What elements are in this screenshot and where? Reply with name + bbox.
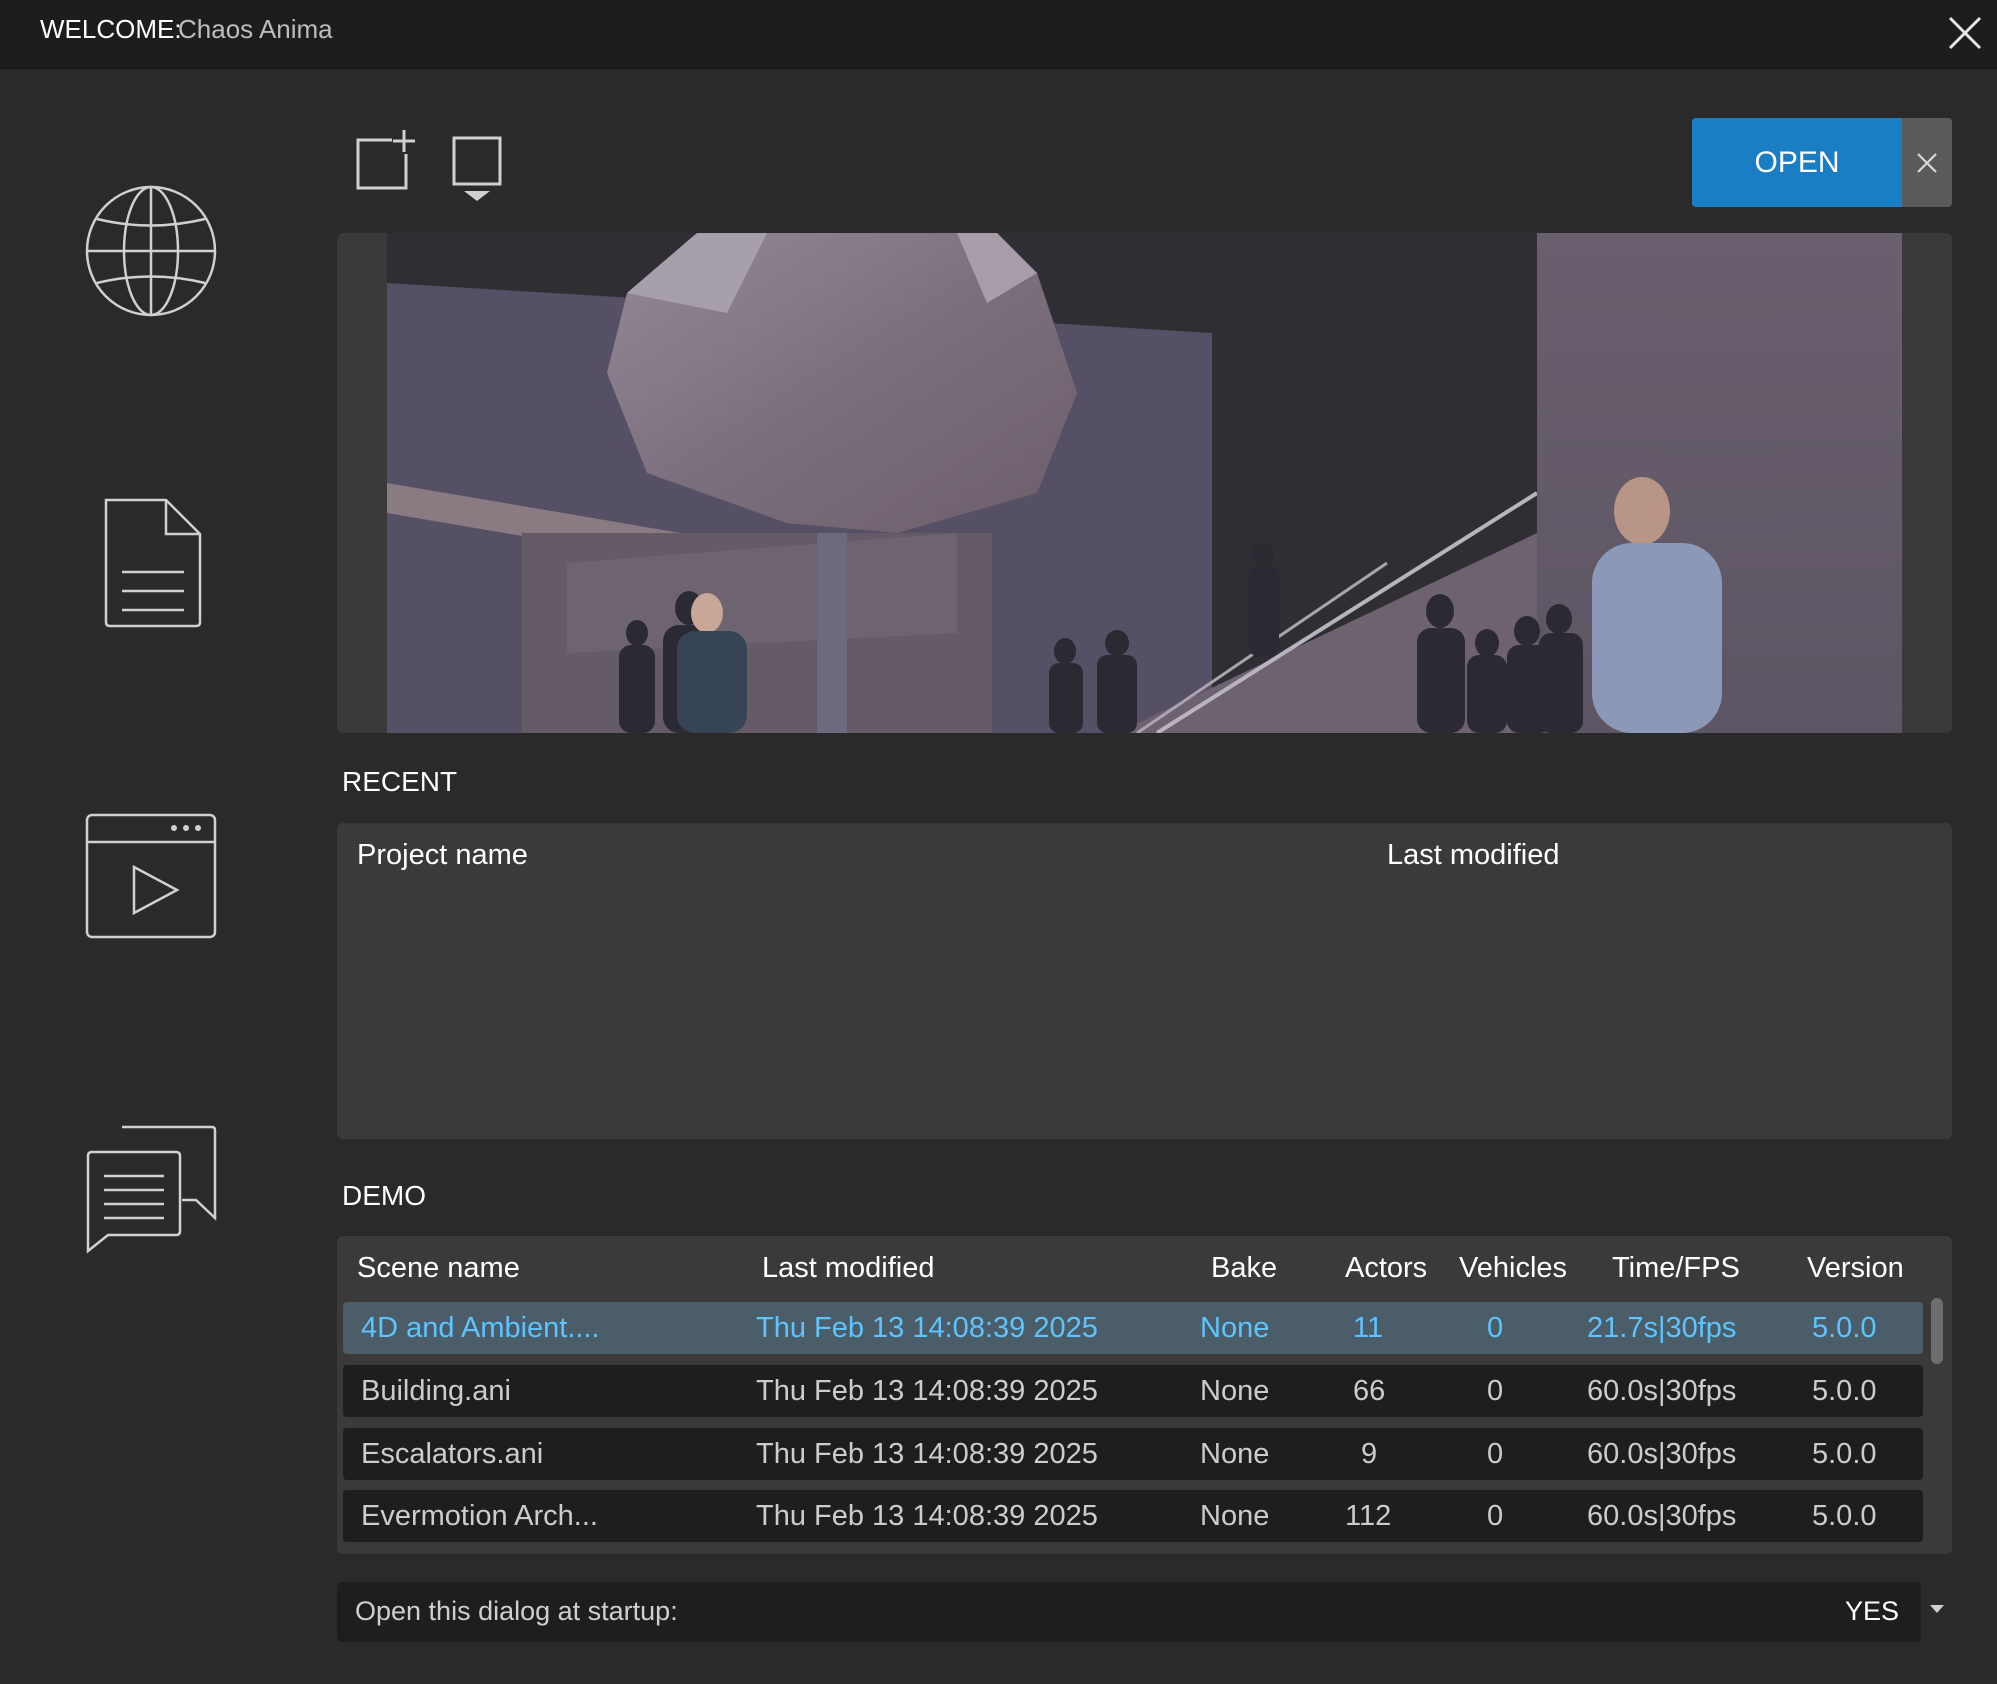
table-row[interactable]: 4D and Ambient.... Thu Feb 13 14:08:39 2… (343, 1302, 1923, 1354)
chat-icon (86, 1125, 217, 1254)
open-monitor-icon (452, 136, 502, 201)
cell-scene-name: Escalators.ani (361, 1438, 544, 1470)
cell-scene-name: 4D and Ambient.... (361, 1312, 600, 1344)
column-header-last-modified[interactable]: Last modified (762, 1252, 935, 1285)
recent-projects-table: Project name Last modified (337, 823, 1952, 1139)
startup-option-bar: Open this dialog at startup: YES (337, 1582, 1921, 1642)
cell-bake: None (1200, 1312, 1270, 1344)
cell-vehicles: 0 (1487, 1500, 1504, 1532)
column-header-vehicles[interactable]: Vehicles (1459, 1252, 1567, 1285)
cell-actors: 9 (1361, 1438, 1378, 1470)
title-label: WELCOME: (40, 14, 182, 44)
startup-dropdown-button[interactable] (1928, 1602, 1946, 1616)
column-header-actors[interactable]: Actors (1345, 1252, 1427, 1285)
column-header-time-fps[interactable]: Time/FPS (1612, 1252, 1740, 1285)
cell-version: 5.0.0 (1812, 1312, 1877, 1344)
scene-preview-image (337, 233, 1952, 733)
cell-scene-name: Building.ani (361, 1375, 511, 1407)
column-header-last-modified[interactable]: Last modified (1387, 839, 1560, 872)
open-button[interactable]: OPEN (1692, 118, 1902, 207)
app-name: Chaos Anima (178, 14, 333, 44)
open-dismiss-button[interactable] (1902, 118, 1952, 207)
globe-icon (85, 185, 217, 317)
cell-actors: 66 (1353, 1375, 1386, 1407)
demo-scrollbar[interactable] (1931, 1298, 1943, 1544)
demo-scrollbar-thumb[interactable] (1931, 1298, 1943, 1364)
table-row[interactable]: Evermotion Arch... Thu Feb 13 14:08:39 2… (343, 1490, 1923, 1542)
cell-vehicles: 0 (1487, 1312, 1504, 1344)
cell-bake: None (1200, 1375, 1270, 1407)
sidebar-item-web[interactable] (84, 184, 218, 323)
cell-time-fps: 60.0s|30fps (1587, 1500, 1737, 1532)
cell-time-fps: 60.0s|30fps (1587, 1438, 1737, 1470)
welcome-dialog: WELCOME: Chaos Anima OPEN RECENT Project… (0, 0, 1997, 1684)
table-row[interactable]: Building.ani Thu Feb 13 14:08:39 2025 No… (343, 1365, 1923, 1417)
cell-vehicles: 0 (1487, 1375, 1504, 1407)
column-header-scene-name[interactable]: Scene name (357, 1252, 520, 1285)
cell-scene-name: Evermotion Arch... (361, 1500, 598, 1532)
cell-time-fps: 60.0s|30fps (1587, 1375, 1737, 1407)
cell-last-modified: Thu Feb 13 14:08:39 2025 (756, 1375, 1098, 1407)
video-player-icon (85, 813, 217, 939)
column-header-version[interactable]: Version (1807, 1252, 1904, 1285)
close-icon (1917, 152, 1937, 173)
cell-last-modified: Thu Feb 13 14:08:39 2025 (756, 1500, 1098, 1532)
new-project-icon (356, 130, 415, 190)
table-row[interactable]: Escalators.ani Thu Feb 13 14:08:39 2025 … (343, 1428, 1923, 1480)
cell-version: 5.0.0 (1812, 1438, 1877, 1470)
startup-option-label: Open this dialog at startup: (355, 1596, 678, 1626)
sidebar-item-tutorials[interactable] (84, 812, 218, 945)
column-header-project-name[interactable]: Project name (357, 839, 528, 872)
column-header-bake[interactable]: Bake (1211, 1252, 1277, 1285)
cell-version: 5.0.0 (1812, 1375, 1877, 1407)
startup-option-value[interactable]: YES (1845, 1596, 1899, 1627)
document-icon (104, 498, 202, 628)
new-project-button[interactable] (356, 128, 416, 195)
cell-last-modified: Thu Feb 13 14:08:39 2025 (756, 1438, 1098, 1470)
cell-version: 5.0.0 (1812, 1500, 1877, 1532)
demo-section-label: DEMO (342, 1180, 426, 1211)
cell-bake: None (1200, 1438, 1270, 1470)
cell-last-modified: Thu Feb 13 14:08:39 2025 (756, 1312, 1098, 1344)
title-bar: WELCOME: Chaos Anima (0, 0, 1997, 69)
demo-scenes-table: Scene name Last modified Bake Actors Veh… (337, 1236, 1952, 1554)
cell-time-fps: 21.7s|30fps (1587, 1312, 1737, 1344)
sidebar-item-documentation[interactable] (100, 496, 204, 635)
open-project-button[interactable] (452, 136, 502, 207)
close-dialog-button[interactable] (1944, 12, 1986, 54)
sidebar-item-forum[interactable] (84, 1124, 218, 1259)
recent-section-label: RECENT (342, 766, 458, 797)
cell-bake: None (1200, 1500, 1270, 1532)
cell-actors: 11 (1353, 1312, 1384, 1344)
cell-actors: 112 (1345, 1500, 1392, 1532)
cell-vehicles: 0 (1487, 1438, 1504, 1470)
chevron-down-icon (1930, 1605, 1944, 1613)
close-icon (1948, 16, 1982, 50)
